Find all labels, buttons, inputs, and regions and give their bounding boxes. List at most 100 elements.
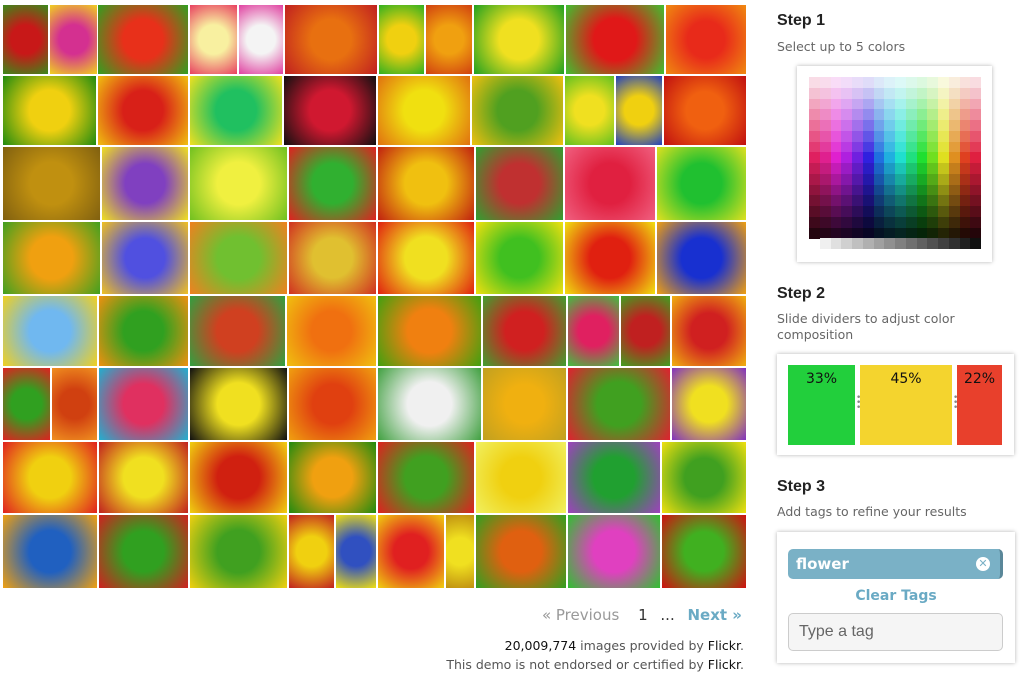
gray-swatch[interactable] (884, 238, 896, 250)
color-swatch[interactable] (938, 109, 949, 121)
result-image[interactable] (565, 222, 655, 294)
result-image[interactable] (285, 5, 377, 74)
color-swatch[interactable] (948, 152, 960, 164)
color-swatch[interactable] (841, 206, 853, 217)
color-swatch[interactable] (884, 98, 896, 110)
color-swatch[interactable] (841, 152, 853, 164)
color-swatch[interactable] (916, 77, 928, 88)
color-swatch[interactable] (927, 163, 939, 174)
result-image[interactable] (99, 296, 188, 366)
result-image[interactable] (102, 222, 188, 294)
tag-input[interactable] (788, 613, 1003, 651)
color-swatch[interactable] (809, 206, 820, 217)
color-swatch[interactable] (895, 109, 906, 121)
color-swatch[interactable] (819, 77, 831, 88)
gray-swatch[interactable] (916, 238, 928, 250)
result-image[interactable] (99, 368, 188, 440)
color-swatch[interactable] (841, 227, 853, 239)
color-swatch[interactable] (948, 227, 960, 239)
color-swatch[interactable] (852, 227, 863, 239)
color-swatch[interactable] (970, 130, 982, 142)
gray-swatch[interactable] (948, 238, 960, 250)
color-swatch[interactable] (830, 195, 842, 207)
color-swatch[interactable] (905, 109, 917, 121)
color-swatch[interactable] (959, 163, 971, 174)
color-swatch[interactable] (895, 227, 906, 239)
color-swatch[interactable] (948, 77, 960, 88)
color-swatch[interactable] (841, 109, 853, 121)
result-image[interactable] (378, 515, 444, 588)
color-swatch[interactable] (862, 98, 874, 110)
color-swatch[interactable] (916, 87, 928, 99)
color-swatch[interactable] (862, 184, 874, 196)
color-swatch[interactable] (852, 120, 863, 131)
color-swatch[interactable] (948, 109, 960, 121)
color-swatch[interactable] (927, 195, 939, 207)
color-swatch[interactable] (852, 130, 863, 142)
color-swatch[interactable] (852, 206, 863, 217)
color-swatch[interactable] (862, 77, 874, 88)
color-swatch[interactable] (862, 195, 874, 207)
color-swatch[interactable] (938, 184, 949, 196)
color-swatch[interactable] (809, 141, 820, 153)
color-swatch[interactable] (862, 141, 874, 153)
color-swatch[interactable] (895, 206, 906, 217)
color-swatch[interactable] (927, 152, 939, 164)
color-swatch[interactable] (916, 227, 928, 239)
color-swatch[interactable] (970, 87, 982, 99)
gray-swatch[interactable] (970, 238, 982, 250)
color-swatch[interactable] (948, 87, 960, 99)
color-swatch[interactable] (970, 152, 982, 164)
color-swatch[interactable] (830, 130, 842, 142)
color-swatch[interactable] (905, 195, 917, 207)
color-swatch[interactable] (948, 163, 960, 174)
result-image[interactable] (98, 5, 188, 74)
result-image[interactable] (666, 5, 746, 74)
color-swatch[interactable] (873, 163, 885, 174)
color-swatch[interactable] (809, 120, 820, 131)
color-swatch[interactable] (905, 77, 917, 88)
result-image[interactable] (378, 222, 474, 294)
color-swatch[interactable] (884, 227, 896, 239)
color-swatch[interactable] (841, 184, 853, 196)
color-swatch[interactable] (819, 130, 831, 142)
result-image[interactable] (621, 296, 670, 366)
color-swatch[interactable] (841, 216, 853, 228)
color-swatch[interactable] (959, 109, 971, 121)
color-swatch[interactable] (884, 141, 896, 153)
result-image[interactable] (378, 296, 481, 366)
result-image[interactable] (476, 222, 563, 294)
result-image[interactable] (565, 76, 614, 145)
color-swatch[interactable] (927, 77, 939, 88)
previous-link[interactable]: « Previous (542, 606, 619, 624)
color-swatch[interactable] (905, 184, 917, 196)
gray-swatch[interactable] (927, 238, 939, 250)
result-image[interactable] (568, 515, 660, 588)
color-swatch[interactable] (819, 206, 831, 217)
color-swatch[interactable] (959, 216, 971, 228)
result-image[interactable] (99, 515, 188, 588)
color-swatch[interactable] (841, 77, 853, 88)
gray-swatch[interactable] (862, 238, 874, 250)
color-swatch[interactable] (830, 77, 842, 88)
color-swatch[interactable] (862, 130, 874, 142)
remove-tag-icon[interactable]: ✕ (976, 557, 990, 571)
color-swatch[interactable] (830, 120, 842, 131)
color-swatch[interactable] (809, 227, 820, 239)
result-image[interactable] (672, 368, 746, 440)
color-swatch[interactable] (862, 163, 874, 174)
color-swatch[interactable] (905, 173, 917, 185)
color-swatch[interactable] (927, 120, 939, 131)
color-swatch[interactable] (895, 130, 906, 142)
color-swatch[interactable] (809, 216, 820, 228)
color-swatch[interactable] (884, 184, 896, 196)
color-swatch[interactable] (884, 152, 896, 164)
color-swatch[interactable] (927, 109, 939, 121)
color-swatch[interactable] (916, 163, 928, 174)
result-image[interactable] (483, 368, 566, 440)
color-swatch[interactable] (959, 184, 971, 196)
color-swatch[interactable] (895, 195, 906, 207)
result-image[interactable] (657, 222, 746, 294)
color-swatch[interactable] (916, 173, 928, 185)
result-image[interactable] (446, 515, 474, 588)
